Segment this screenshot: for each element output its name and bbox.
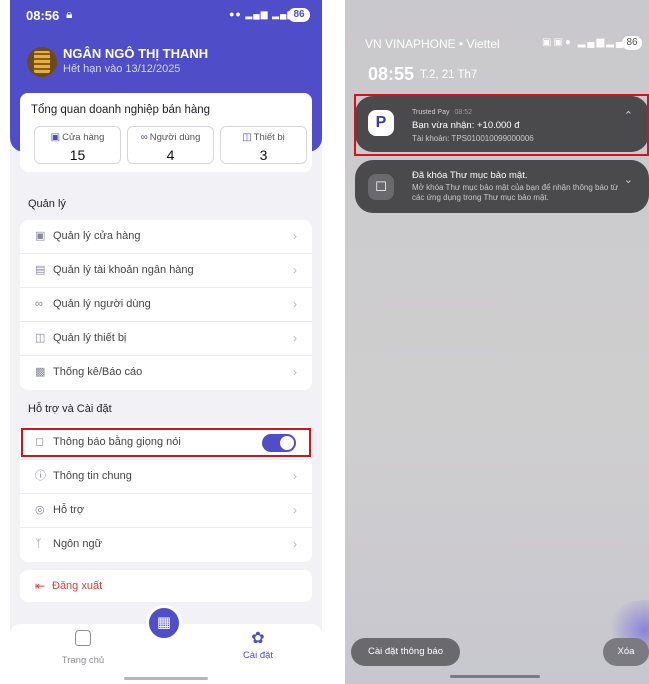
menu-item-support[interactable]: ◎ Hỗ trợ ›	[20, 494, 312, 528]
chevron-right-icon: ›	[293, 469, 297, 483]
chevron-right-icon: ›	[293, 263, 297, 277]
business-overview-card: Tổng quan doanh nghiệp bán hàng ▣ Cửa hàn…	[20, 93, 312, 172]
logout-button[interactable]: ⇤ Đăng xuất	[20, 570, 312, 602]
menu-item-users[interactable]: ∞ Quản lý người dùng ›	[20, 288, 312, 322]
menu-item-label: Ngôn ngữ	[53, 538, 102, 550]
stat-label: Người dùng	[149, 132, 201, 143]
menu-item-devices[interactable]: ◫ Quản lý thiết bị ›	[20, 322, 312, 356]
device-icon: ◫	[242, 132, 252, 143]
nav-settings-tab[interactable]: ✿ Cài đặt	[223, 630, 293, 661]
screenshot-stage: 08:56 🔒︎ ●● ▂▄▆ ▂▄▆ 86 NGÂN NGÔ THỊ THAN…	[0, 0, 649, 684]
clock-date: T.2, 21 Th7	[420, 69, 478, 81]
notification-settings-button[interactable]: Cài đặt thông báo	[351, 638, 460, 666]
secure-folder-notification[interactable]: ☐ Đã khóa Thư mục bảo mật. Mở khóa Thư m…	[355, 160, 649, 213]
highlight-box	[21, 428, 311, 457]
battery-icon: 86	[622, 36, 642, 50]
lock-icon: ☐	[368, 174, 394, 200]
chevron-right-icon: ›	[293, 229, 297, 243]
notification-body: Mở khóa Thư mục bảo mật của bạn để nhận …	[412, 183, 619, 202]
stat-stores[interactable]: ▣ Cửa hàng 15	[34, 126, 121, 164]
notification-title: Đã khóa Thư mục bảo mật.	[412, 170, 528, 181]
menu-item-label: Quản lý cửa hàng	[53, 230, 141, 242]
chevron-right-icon: ›	[293, 503, 297, 517]
user-name: NGÂN NGÔ THỊ THANH	[63, 46, 209, 61]
menu-item-label: Thống kê/Báo cáo	[53, 366, 143, 378]
support-section-title: Hỗ trợ và Cài đặt	[28, 403, 112, 415]
chevron-right-icon: ›	[293, 537, 297, 551]
stat-label: Cửa hàng	[62, 132, 105, 143]
chevron-down-icon[interactable]: ⌄	[624, 173, 633, 186]
chevron-right-icon: ›	[293, 365, 297, 379]
carrier-name: VN VINAPHONE • Viettel	[365, 37, 500, 51]
app-settings-screen: 08:56 🔒︎ ●● ▂▄▆ ▂▄▆ 86 NGÂN NGÔ THỊ THAN…	[10, 0, 322, 684]
status-time: 08:56	[26, 8, 60, 23]
menu-item-label: Quản lý thiết bị	[53, 332, 127, 344]
management-list: ▣ Quản lý cửa hàng › ▤ Quản lý tài khoản…	[20, 220, 312, 390]
menu-item-language[interactable]: ᛉ Ngôn ngữ ›	[20, 528, 312, 562]
stat-label: Thiết bị	[253, 132, 285, 143]
menu-item-stores[interactable]: ▣ Quản lý cửa hàng ›	[20, 220, 312, 254]
stat-users[interactable]: ∞ Người dùng 4	[127, 126, 214, 164]
menu-item-label: Hỗ trợ	[53, 504, 85, 516]
clear-notifications-button[interactable]: Xóa	[603, 638, 649, 666]
home-indicator	[450, 675, 540, 678]
stat-value: 4	[166, 147, 175, 163]
language-icon: ᛉ	[35, 538, 42, 550]
menu-item-label: Thông tin chung	[53, 470, 132, 482]
clock-time: 08:55	[368, 64, 415, 84]
store-icon: ▣	[35, 230, 46, 242]
menu-item-bank-accounts[interactable]: ▤ Quản lý tài khoản ngân hàng ›	[20, 254, 312, 288]
device-icon: ◫	[35, 332, 46, 344]
chevron-right-icon: ›	[293, 331, 297, 345]
overview-title: Tổng quan doanh nghiệp bán hàng	[31, 104, 211, 116]
users-icon: ∞	[140, 132, 148, 143]
qr-code-icon: ▦	[156, 614, 172, 631]
nav-settings-label: Cài đặt	[242, 650, 274, 661]
avatar[interactable]	[27, 47, 57, 77]
signal-icon: ●● ▂▄▆ ▂▄▆	[229, 9, 296, 19]
nav-home-label: Trang chủ	[61, 655, 105, 666]
status-icons: ▣▣● ▂▄▆▂▄▆	[542, 37, 635, 48]
status-bar: 08:56 🔒︎ ●● ▂▄▆ ▂▄▆ 86	[10, 0, 322, 28]
lock-icon: 🔒︎	[66, 7, 73, 21]
menu-item-label: Quản lý tài khoản ngân hàng	[53, 264, 194, 276]
menu-item-general-info[interactable]: ⓘ Thông tin chung ›	[20, 460, 312, 494]
qr-scan-button[interactable]: ▦	[146, 605, 182, 641]
menu-item-reports[interactable]: ▩ Thống kê/Báo cáo ›	[20, 356, 312, 390]
users-icon: ∞	[35, 298, 43, 310]
bank-card-icon: ▤	[35, 264, 46, 276]
battery-icon: 86	[288, 8, 310, 22]
subscription-expiry: Hết hạn vào 13/12/2025	[63, 63, 181, 75]
home-indicator	[124, 677, 208, 680]
logout-icon: ⇤	[35, 579, 46, 593]
highlight-box	[354, 94, 649, 156]
menu-item-label: Quản lý người dùng	[53, 298, 151, 310]
chart-icon: ▩	[35, 366, 46, 378]
support-icon: ◎	[35, 504, 45, 516]
management-section-title: Quản lý	[28, 198, 66, 210]
gear-icon: ✿	[251, 630, 265, 647]
nav-home-tab[interactable]: Trang chủ	[48, 630, 118, 666]
info-icon: ⓘ	[35, 470, 46, 482]
home-icon	[75, 630, 91, 646]
store-icon: ▣	[50, 132, 61, 143]
stat-value: 3	[259, 147, 268, 163]
stat-devices[interactable]: ◫ Thiết bị 3	[220, 126, 307, 164]
stat-value: 15	[69, 147, 86, 163]
chevron-right-icon: ›	[293, 297, 297, 311]
logout-label: Đăng xuất	[52, 580, 103, 592]
